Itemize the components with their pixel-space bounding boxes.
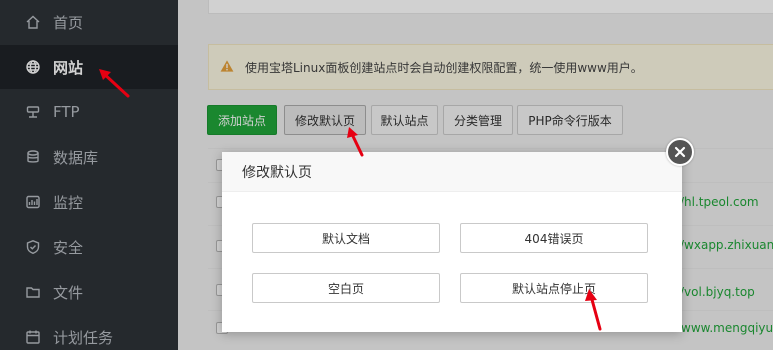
blank-page-button[interactable]: 空白页 xyxy=(252,273,440,303)
annotation-arrow xyxy=(585,289,602,331)
close-icon xyxy=(674,146,686,158)
error-404-page-button[interactable]: 404错误页 xyxy=(460,223,648,253)
annotation-arrow xyxy=(347,127,364,157)
default-site-stop-page-button[interactable]: 默认站点停止页 xyxy=(460,273,648,303)
close-button[interactable] xyxy=(666,138,694,166)
dialog-title: 修改默认页 xyxy=(222,152,682,192)
default-document-button[interactable]: 默认文档 xyxy=(252,223,440,253)
annotation-arrow xyxy=(99,69,130,98)
modify-default-page-dialog: 修改默认页 默认文档 404错误页 空白页 默认站点停止页 xyxy=(222,152,682,332)
